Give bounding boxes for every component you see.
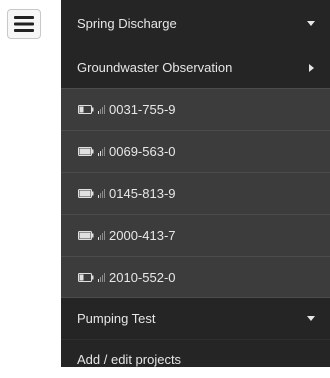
signal-icon xyxy=(98,147,105,156)
station-item[interactable]: 2000-413-7 xyxy=(61,214,330,256)
hamburger-icon xyxy=(14,16,34,32)
battery-icon xyxy=(78,189,94,198)
menu-item-pumping-test[interactable]: Pumping Test xyxy=(61,298,330,339)
menu-toggle-button[interactable] xyxy=(7,9,41,39)
station-id: 0069-563-0 xyxy=(109,144,176,159)
station-id: 0031-755-9 xyxy=(109,102,176,117)
menu-item-label: Pumping Test xyxy=(77,311,156,326)
station-item[interactable]: 0031-755-9 xyxy=(61,88,330,130)
station-list: 0031-755-9 0069-563-0 0145-813-9 2000-413-7… xyxy=(61,88,330,298)
menu-item-add-edit-projects[interactable]: Add / edit projects xyxy=(61,340,330,378)
signal-icon xyxy=(98,189,105,198)
battery-icon xyxy=(78,105,94,114)
battery-icon xyxy=(78,147,94,156)
station-id: 2000-413-7 xyxy=(109,228,176,243)
caret-right-icon xyxy=(306,63,316,73)
side-menu: Spring Discharge Groundwaster Observatio… xyxy=(61,0,330,367)
caret-down-icon xyxy=(306,19,316,29)
signal-icon xyxy=(98,231,105,240)
station-item[interactable]: 2010-552-0 xyxy=(61,256,330,298)
station-id: 2010-552-0 xyxy=(109,269,176,285)
caret-down-icon xyxy=(306,314,316,324)
battery-icon xyxy=(78,231,94,240)
menu-item-label: Add / edit projects xyxy=(77,351,182,367)
battery-icon xyxy=(78,272,94,282)
menu-item-groundwater-observation[interactable]: Groundwaster Observation xyxy=(61,47,330,88)
station-item[interactable]: 0145-813-9 xyxy=(61,172,330,214)
menu-item-label: Spring Discharge xyxy=(77,16,177,31)
menu-item-spring-discharge[interactable]: Spring Discharge xyxy=(61,0,330,47)
signal-icon xyxy=(98,105,105,114)
station-id: 0145-813-9 xyxy=(109,186,176,201)
signal-icon xyxy=(98,272,105,282)
station-item[interactable]: 0069-563-0 xyxy=(61,130,330,172)
menu-item-label: Groundwaster Observation xyxy=(77,60,233,75)
